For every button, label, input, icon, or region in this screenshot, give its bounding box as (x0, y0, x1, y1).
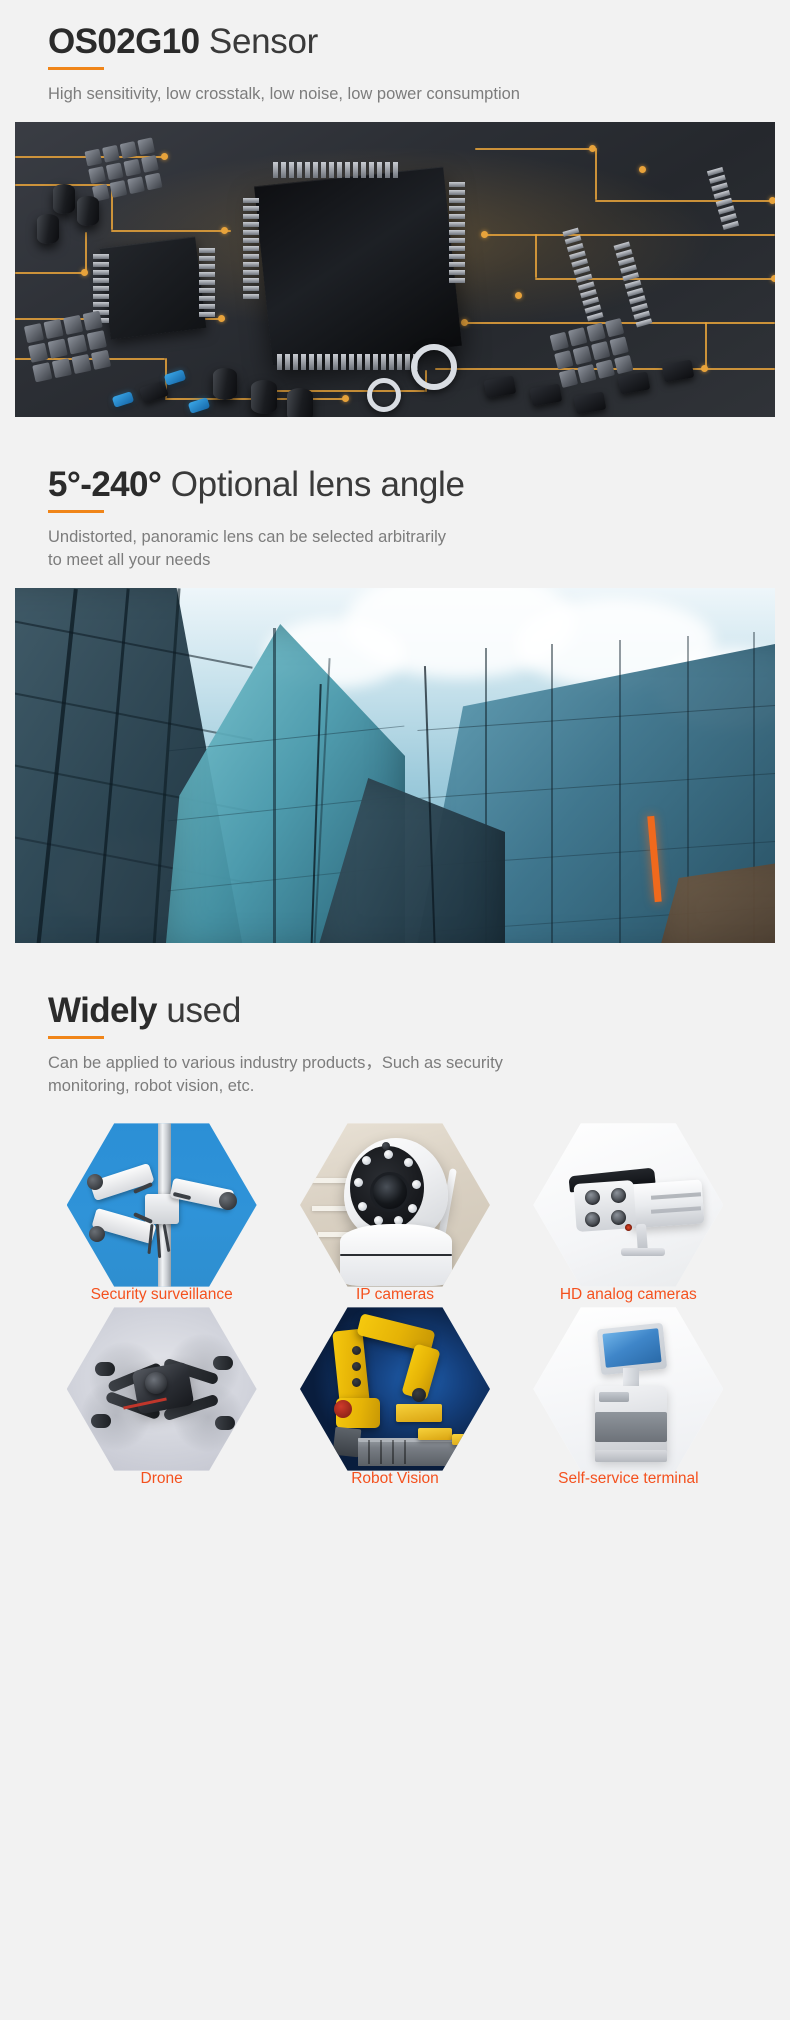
applications-subtitle-line1: Can be applied to various industry produ… (48, 1054, 503, 1072)
accent-rule (48, 67, 104, 70)
hex-robot-vision (299, 1307, 490, 1471)
main-chip (254, 166, 462, 366)
hex-security-surveillance (66, 1123, 257, 1287)
applications-title: Widely used (48, 991, 790, 1031)
product-detail-page: OS02G10 Sensor High sensitivity, low cro… (0, 0, 790, 2020)
application-item-self-service-terminal[interactable]: Self-service terminal (512, 1304, 745, 1488)
applications-subtitle-line2: monitoring, robot vision, etc. (48, 1077, 255, 1095)
lens-title-strong: 5°-240° (48, 465, 162, 504)
sensor-title-strong: OS02G10 (48, 22, 200, 61)
applications-title-strong: Widely (48, 991, 157, 1030)
inductor-coil (411, 344, 457, 390)
secondary-chip (99, 236, 207, 340)
application-item-security-surveillance[interactable]: Security surveillance (45, 1120, 278, 1304)
lens-title-light: Optional lens angle (161, 465, 465, 504)
sensor-subtitle: High sensitivity, low crosstalk, low noi… (48, 85, 520, 103)
hex-image-wrap (533, 1120, 724, 1290)
pin-header-c (706, 166, 740, 231)
pcb-hero-image (15, 122, 775, 417)
hex-drone (66, 1307, 257, 1471)
applications-subtitle: Can be applied to various industry produ… (48, 1052, 748, 1098)
hex-image-wrap (66, 1120, 257, 1290)
sensor-heading-block: OS02G10 Sensor High sensitivity, low cro… (0, 22, 790, 106)
hex-ip-cameras (299, 1123, 490, 1287)
pcb-artwork (15, 122, 775, 417)
applications-heading-block: Widely used Can be applied to various in… (0, 991, 790, 1098)
section-lens-angle: 5°-240° Optional lens angle Undistorted,… (0, 417, 790, 943)
application-item-drone[interactable]: Drone (45, 1304, 278, 1488)
chip-pins-top (273, 162, 398, 178)
lens-subtitle-line1: Undistorted, panoramic lens can be selec… (48, 528, 447, 546)
pin-header-a (562, 227, 604, 322)
application-item-ip-cameras[interactable]: IP cameras (278, 1120, 511, 1304)
page-title: OS02G10 Sensor (48, 22, 790, 62)
lens-subtitle-line2: to meet all your needs (48, 551, 211, 569)
bga-array-left (23, 310, 112, 383)
pin-header-b (613, 241, 653, 328)
glass-building-hero-image (15, 588, 775, 943)
application-item-hd-analog-cameras[interactable]: HD analog cameras (512, 1120, 745, 1304)
hex-image-wrap (299, 1120, 490, 1290)
hex-image-wrap (533, 1304, 724, 1474)
application-item-robot-vision[interactable]: Robot Vision (278, 1304, 511, 1488)
lens-title: 5°-240° Optional lens angle (48, 465, 790, 505)
chip-pins-bottom (277, 354, 418, 370)
application-hexagon-grid: Security surveillance IP cameras HD anal… (45, 1120, 745, 1488)
sensor-title-light: Sensor (199, 22, 318, 61)
lens-subtitle: Undistorted, panoramic lens can be selec… (48, 526, 748, 572)
hex-hd-analog-cameras (533, 1123, 724, 1287)
accent-rule (48, 510, 104, 513)
glass-building-artwork (15, 588, 775, 943)
chip-pins-right (449, 182, 465, 283)
secondary-chip-pins-right (199, 248, 215, 317)
applications-title-light: used (156, 991, 242, 1030)
hex-image-wrap (66, 1304, 257, 1474)
section-sensor: OS02G10 Sensor High sensitivity, low cro… (0, 0, 790, 417)
hex-self-service-terminal (533, 1307, 724, 1471)
chip-pins-left (243, 198, 259, 299)
section-applications: Widely used Can be applied to various in… (0, 943, 790, 1488)
lens-heading-block: 5°-240° Optional lens angle Undistorted,… (0, 465, 790, 572)
bga-array-top (84, 137, 163, 202)
accent-rule (48, 1036, 104, 1039)
hex-image-wrap (299, 1304, 490, 1474)
